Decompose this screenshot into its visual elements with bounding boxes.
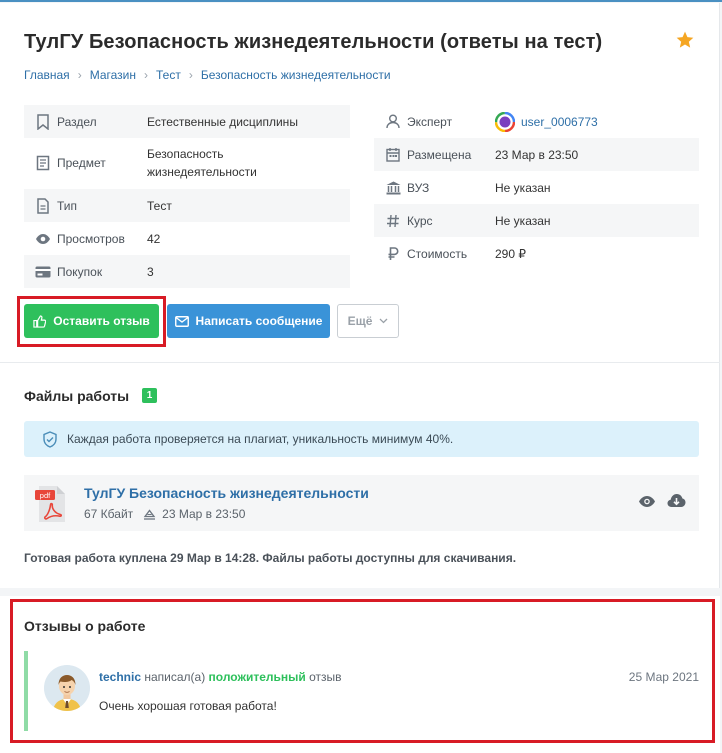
info-label: Покупок <box>57 264 103 279</box>
shield-check-icon <box>42 430 58 448</box>
file-meta: 67 Кбайт 23 Мар в 23:50 <box>84 507 245 521</box>
write-message-button[interactable]: Написать сообщение <box>167 304 330 338</box>
info-row-subject: Предмет Безопасность жизнедеятельности <box>24 138 350 188</box>
files-section-title: Файлы работы <box>24 388 130 404</box>
info-row-section: Раздел Естественные дисциплины <box>24 105 350 138</box>
highlight-box-reviews <box>10 599 715 743</box>
chevron-down-icon <box>379 318 388 324</box>
info-value: Тест <box>147 198 172 213</box>
info-label: Стоимость <box>407 246 468 261</box>
write-message-label: Написать сообщение <box>195 314 323 328</box>
user-icon <box>384 113 402 131</box>
file-name-link[interactable]: ТулГУ Безопасность жизнедеятельности <box>84 485 369 501</box>
info-label: Размещена <box>407 147 472 162</box>
ruble-icon <box>384 245 402 263</box>
upload-date-icon <box>143 508 156 520</box>
document-icon <box>34 197 52 215</box>
info-value: 3 <box>147 264 154 279</box>
breadcrumb-test[interactable]: Тест <box>156 68 181 82</box>
eye-icon <box>34 230 52 248</box>
breadcrumb: Главная › Магазин › Тест › Безопасность … <box>24 68 391 82</box>
breadcrumb-separator: › <box>188 68 193 82</box>
info-row-university: ВУЗ Не указан <box>374 171 699 204</box>
preview-eye-icon[interactable] <box>638 495 656 508</box>
page-title: ТулГУ Безопасность жизнедеятельности (от… <box>24 31 603 53</box>
info-row-type: Тип Тест <box>24 189 350 222</box>
info-row-purchases: Покупок 3 <box>24 255 350 288</box>
breadcrumb-separator: › <box>77 68 82 82</box>
file-date: 23 Мар в 23:50 <box>162 507 246 521</box>
files-count-badge: 1 <box>142 388 157 403</box>
expert-name[interactable]: user_0006773 <box>521 115 598 129</box>
top-accent-line <box>0 0 722 2</box>
info-label: Предмет <box>57 156 106 170</box>
bookmark-icon <box>34 113 52 131</box>
info-value: Естественные дисциплины <box>147 114 298 129</box>
info-row-views: Просмотров 42 <box>24 222 350 255</box>
purchase-status-text: Готовая работа куплена 29 Мар в 14:28. Ф… <box>24 551 517 565</box>
info-label: Просмотров <box>57 231 125 246</box>
breadcrumb-separator: › <box>143 68 148 82</box>
star-icon[interactable] <box>675 30 695 50</box>
envelope-icon <box>174 315 189 327</box>
info-row-price: Стоимость 290 ₽ <box>374 237 699 270</box>
info-label: Эксперт <box>407 114 453 129</box>
university-icon <box>384 179 402 197</box>
info-value: Не указан <box>495 213 551 228</box>
plagiarism-notice: Каждая работа проверяется на плагиат, ун… <box>24 421 699 457</box>
expert-avatar-icon <box>495 111 515 132</box>
hash-icon <box>384 212 402 230</box>
breadcrumb-shop[interactable]: Магазин <box>90 68 136 82</box>
notice-text: Каждая работа проверяется на плагиат, ун… <box>67 432 454 446</box>
file-item[interactable]: pdf ТулГУ Безопасность жизнедеятельности… <box>24 475 699 531</box>
info-value: 23 Мар в 23:50 <box>495 147 579 162</box>
breadcrumb-subject[interactable]: Безопасность жизнедеятельности <box>201 68 391 82</box>
book-icon <box>34 154 52 172</box>
highlight-box-review-button <box>17 296 166 347</box>
file-size: 67 Кбайт <box>84 507 134 521</box>
info-row-expert: Эксперт user_0006773 <box>374 105 699 138</box>
calendar-icon <box>384 146 402 164</box>
pdf-label: pdf <box>40 491 51 500</box>
section-divider <box>0 362 720 363</box>
download-cloud-icon[interactable] <box>667 493 686 508</box>
card-icon <box>34 263 52 281</box>
breadcrumb-home[interactable]: Главная <box>24 68 70 82</box>
info-value: Безопасность жизнедеятельности <box>147 147 257 179</box>
info-label: ВУЗ <box>407 180 430 195</box>
info-row-posted: Размещена 23 Мар в 23:50 <box>374 138 699 171</box>
more-button[interactable]: Ещё <box>337 304 399 338</box>
info-label: Раздел <box>57 114 97 129</box>
info-value: 290 ₽ <box>495 246 526 261</box>
expert-link[interactable]: user_0006773 <box>495 111 598 132</box>
pdf-file-icon: pdf <box>35 486 65 522</box>
info-value: 42 <box>147 231 161 246</box>
info-row-course: Курс Не указан <box>374 204 699 237</box>
info-value: Не указан <box>495 180 551 195</box>
more-label: Ещё <box>347 314 373 328</box>
info-label: Курс <box>407 213 433 228</box>
info-label: Тип <box>57 198 78 213</box>
